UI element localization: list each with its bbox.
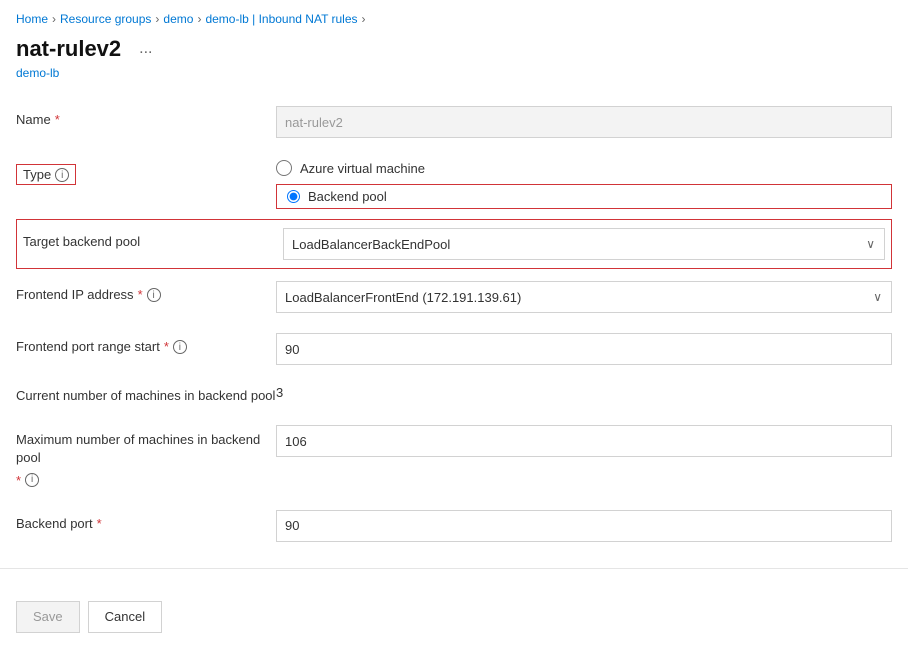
form-container: Name * Type i Azure virtual machine — [0, 96, 908, 552]
frontend-ip-control: LoadBalancerFrontEnd (172.191.139.61) ∨ — [276, 281, 892, 313]
type-vm-option[interactable]: Azure virtual machine — [276, 160, 892, 176]
footer-actions: Save Cancel — [0, 585, 908, 649]
cancel-button[interactable]: Cancel — [88, 601, 162, 633]
frontend-ip-row: Frontend IP address * i LoadBalancerFron… — [16, 271, 892, 323]
target-backend-pool-select-wrapper: LoadBalancerBackEndPool ∨ — [283, 228, 885, 260]
type-label-outlined: Type i — [16, 164, 76, 185]
current-machines-label: Current number of machines in backend po… — [16, 385, 276, 405]
max-machines-label: Maximum number of machines in backend po… — [16, 425, 276, 490]
frontend-port-row: Frontend port range start * i — [16, 323, 892, 375]
type-label-wrapper: Type i — [16, 158, 276, 185]
current-machines-row: Current number of machines in backend po… — [16, 375, 892, 415]
frontend-ip-select-wrapper: LoadBalancerFrontEnd (172.191.139.61) ∨ — [276, 281, 892, 313]
frontend-port-label: Frontend port range start * i — [16, 333, 276, 354]
target-backend-pool-select[interactable]: LoadBalancerBackEndPool — [283, 228, 885, 260]
target-backend-pool-control: LoadBalancerBackEndPool ∨ — [283, 228, 885, 260]
max-machines-control — [276, 425, 892, 457]
target-backend-pool-label: Target backend pool — [23, 228, 283, 249]
type-vm-radio[interactable] — [276, 160, 292, 176]
name-row: Name * — [16, 96, 892, 148]
breadcrumb-home[interactable]: Home — [16, 12, 48, 26]
backend-port-label: Backend port * — [16, 510, 276, 531]
type-pool-label[interactable]: Backend pool — [308, 189, 387, 204]
save-button[interactable]: Save — [16, 601, 80, 633]
type-pool-option-outlined[interactable]: Backend pool — [276, 184, 892, 209]
type-vm-label[interactable]: Azure virtual machine — [300, 161, 425, 176]
type-info-icon[interactable]: i — [55, 168, 69, 182]
backend-port-control — [276, 510, 892, 542]
name-control — [276, 106, 892, 138]
name-input[interactable] — [276, 106, 892, 138]
frontend-ip-label: Frontend IP address * i — [16, 281, 276, 302]
type-row: Type i Azure virtual machine Backend poo… — [16, 148, 892, 219]
breadcrumb-resource-groups[interactable]: Resource groups — [60, 12, 151, 26]
backend-port-input[interactable] — [276, 510, 892, 542]
breadcrumb: Home › Resource groups › demo › demo-lb … — [0, 0, 908, 32]
ellipsis-button[interactable]: ... — [133, 38, 158, 60]
breadcrumb-demo-lb[interactable]: demo-lb | Inbound NAT rules — [205, 12, 357, 26]
type-radio-group: Azure virtual machine Backend pool — [276, 158, 892, 209]
frontend-port-control — [276, 333, 892, 365]
frontend-port-info-icon[interactable]: i — [173, 340, 187, 354]
type-control: Azure virtual machine Backend pool — [276, 158, 892, 209]
frontend-port-input[interactable] — [276, 333, 892, 365]
page-title: nat-rulev2 — [16, 36, 121, 62]
type-pool-radio[interactable] — [287, 190, 300, 203]
max-machines-row: Maximum number of machines in backend po… — [16, 415, 892, 500]
max-machines-info-icon[interactable]: i — [25, 473, 39, 487]
frontend-ip-info-icon[interactable]: i — [147, 288, 161, 302]
max-machines-input[interactable] — [276, 425, 892, 457]
name-label: Name * — [16, 106, 276, 127]
current-machines-value: 3 — [276, 385, 892, 400]
target-backend-pool-row: Target backend pool LoadBalancerBackEndP… — [16, 219, 892, 269]
footer-divider — [0, 568, 908, 569]
frontend-ip-select[interactable]: LoadBalancerFrontEnd (172.191.139.61) — [276, 281, 892, 313]
breadcrumb-demo[interactable]: demo — [163, 12, 193, 26]
backend-port-row: Backend port * — [16, 500, 892, 552]
page-subtitle: demo-lb — [0, 66, 908, 96]
